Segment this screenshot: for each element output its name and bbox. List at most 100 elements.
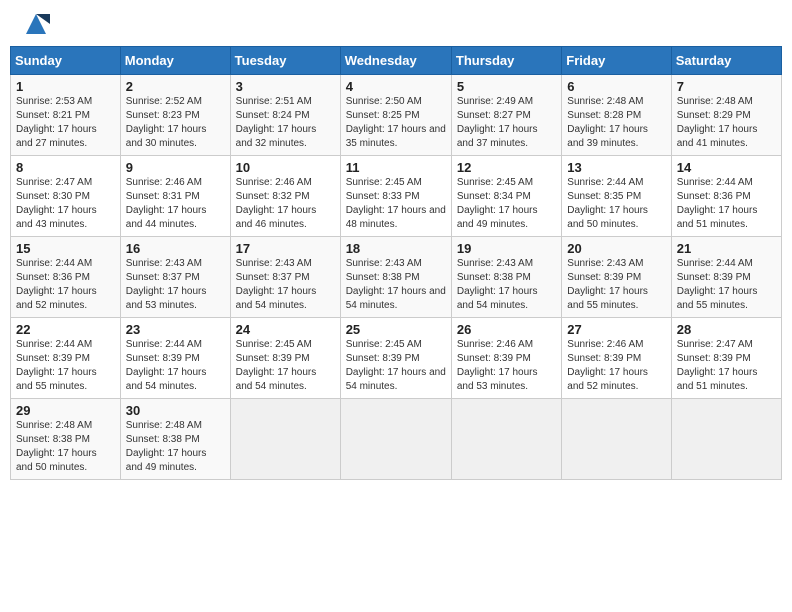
calendar-cell: 1Sunrise: 2:53 AMSunset: 8:21 PMDaylight… — [11, 75, 121, 156]
weekday-header: Thursday — [451, 47, 561, 75]
day-number: 7 — [677, 79, 776, 94]
day-info: Sunrise: 2:45 AMSunset: 8:39 PMDaylight:… — [236, 339, 317, 392]
calendar-cell: 18 Sunrise: 2:43 AMSunset: 8:38 PMDayligh… — [340, 237, 451, 318]
day-number: 12 — [457, 160, 556, 175]
day-info: Sunrise: 2:46 AMSunset: 8:31 PMDaylight:… — [126, 177, 207, 230]
calendar-cell: 29 Sunrise: 2:48 AMSunset: 8:38 PMDayligh… — [11, 399, 121, 480]
calendar-cell: 28 Sunrise: 2:47 AMSunset: 8:39 PMDayligh… — [671, 318, 781, 399]
calendar-cell: 7 Sunrise: 2:48 AMSunset: 8:29 PMDaylight… — [671, 75, 781, 156]
logo-icon — [22, 10, 50, 38]
calendar-cell: 24 Sunrise: 2:45 AMSunset: 8:39 PMDayligh… — [230, 318, 340, 399]
calendar-cell: 10 Sunrise: 2:46 AMSunset: 8:32 PMDayligh… — [230, 156, 340, 237]
day-number: 2 — [126, 79, 225, 94]
day-number: 29 — [16, 403, 115, 418]
day-info: Sunrise: 2:44 AMSunset: 8:39 PMDaylight:… — [126, 339, 207, 392]
calendar-cell: 8Sunrise: 2:47 AMSunset: 8:30 PMDaylight… — [11, 156, 121, 237]
day-info: Sunrise: 2:51 AMSunset: 8:24 PMDaylight:… — [236, 96, 317, 149]
day-number: 26 — [457, 322, 556, 337]
day-info: Sunrise: 2:46 AMSunset: 8:32 PMDaylight:… — [236, 177, 317, 230]
calendar-cell: 11 Sunrise: 2:45 AMSunset: 8:33 PMDayligh… — [340, 156, 451, 237]
day-info: Sunrise: 2:49 AMSunset: 8:27 PMDaylight:… — [457, 96, 538, 149]
day-number: 17 — [236, 241, 335, 256]
day-number: 14 — [677, 160, 776, 175]
calendar-cell: 14 Sunrise: 2:44 AMSunset: 8:36 PMDayligh… — [671, 156, 781, 237]
calendar-cell: 20Sunrise: 2:43 AMSunset: 8:39 PMDayligh… — [562, 237, 671, 318]
day-number: 15 — [16, 241, 115, 256]
day-info: Sunrise: 2:44 AMSunset: 8:39 PMDaylight:… — [16, 339, 97, 392]
calendar-table: SundayMondayTuesdayWednesdayThursdayFrid… — [10, 46, 782, 480]
day-number: 25 — [346, 322, 446, 337]
day-number: 21 — [677, 241, 776, 256]
calendar-cell: 9 Sunrise: 2:46 AMSunset: 8:31 PMDaylight… — [120, 156, 230, 237]
page-header — [10, 10, 782, 38]
calendar-cell: 30 Sunrise: 2:48 AMSunset: 8:38 PMDayligh… — [120, 399, 230, 480]
calendar-cell — [230, 399, 340, 480]
day-number: 28 — [677, 322, 776, 337]
day-info: Sunrise: 2:52 AMSunset: 8:23 PMDaylight:… — [126, 96, 207, 149]
day-info: Sunrise: 2:43 AMSunset: 8:38 PMDaylight:… — [346, 258, 446, 311]
day-info: Sunrise: 2:48 AMSunset: 8:38 PMDaylight:… — [126, 420, 207, 473]
day-info: Sunrise: 2:43 AMSunset: 8:38 PMDaylight:… — [457, 258, 538, 311]
day-number: 4 — [346, 79, 446, 94]
logo — [18, 10, 50, 38]
day-info: Sunrise: 2:48 AMSunset: 8:28 PMDaylight:… — [567, 96, 648, 149]
day-info: Sunrise: 2:44 AMSunset: 8:39 PMDaylight:… — [677, 258, 758, 311]
day-info: Sunrise: 2:43 AMSunset: 8:39 PMDaylight:… — [567, 258, 648, 311]
day-number: 30 — [126, 403, 225, 418]
day-info: Sunrise: 2:44 AMSunset: 8:35 PMDaylight:… — [567, 177, 648, 230]
day-number: 18 — [346, 241, 446, 256]
calendar-cell: 17 Sunrise: 2:43 AMSunset: 8:37 PMDayligh… — [230, 237, 340, 318]
calendar-cell: 6 Sunrise: 2:48 AMSunset: 8:28 PMDaylight… — [562, 75, 671, 156]
weekday-header: Sunday — [11, 47, 121, 75]
day-info: Sunrise: 2:48 AMSunset: 8:38 PMDaylight:… — [16, 420, 97, 473]
day-number: 11 — [346, 160, 446, 175]
calendar-cell: 15 Sunrise: 2:44 AMSunset: 8:36 PMDayligh… — [11, 237, 121, 318]
calendar-cell — [671, 399, 781, 480]
day-number: 6 — [567, 79, 665, 94]
day-info: Sunrise: 2:50 AMSunset: 8:25 PMDaylight:… — [346, 96, 446, 149]
day-number: 16 — [126, 241, 225, 256]
weekday-header: Monday — [120, 47, 230, 75]
calendar-cell — [562, 399, 671, 480]
calendar-cell: 27 Sunrise: 2:46 AMSunset: 8:39 PMDayligh… — [562, 318, 671, 399]
day-info: Sunrise: 2:44 AMSunset: 8:36 PMDaylight:… — [677, 177, 758, 230]
calendar-cell: 19Sunrise: 2:43 AMSunset: 8:38 PMDayligh… — [451, 237, 561, 318]
calendar-cell: 5 Sunrise: 2:49 AMSunset: 8:27 PMDaylight… — [451, 75, 561, 156]
calendar-cell: 22 Sunrise: 2:44 AMSunset: 8:39 PMDayligh… — [11, 318, 121, 399]
weekday-header: Wednesday — [340, 47, 451, 75]
day-number: 23 — [126, 322, 225, 337]
weekday-header: Friday — [562, 47, 671, 75]
logo-inner — [18, 10, 50, 38]
day-number: 10 — [236, 160, 335, 175]
calendar-cell: 23 Sunrise: 2:44 AMSunset: 8:39 PMDayligh… — [120, 318, 230, 399]
calendar-cell: 16 Sunrise: 2:43 AMSunset: 8:37 PMDayligh… — [120, 237, 230, 318]
calendar-cell — [340, 399, 451, 480]
day-info: Sunrise: 2:48 AMSunset: 8:29 PMDaylight:… — [677, 96, 758, 149]
day-info: Sunrise: 2:44 AMSunset: 8:36 PMDaylight:… — [16, 258, 97, 311]
day-info: Sunrise: 2:45 AMSunset: 8:33 PMDaylight:… — [346, 177, 446, 230]
calendar-cell: 12 Sunrise: 2:45 AMSunset: 8:34 PMDayligh… — [451, 156, 561, 237]
day-number: 9 — [126, 160, 225, 175]
day-number: 5 — [457, 79, 556, 94]
calendar-cell: 25 Sunrise: 2:45 AMSunset: 8:39 PMDayligh… — [340, 318, 451, 399]
day-info: Sunrise: 2:45 AMSunset: 8:39 PMDaylight:… — [346, 339, 446, 392]
calendar-cell: 3 Sunrise: 2:51 AMSunset: 8:24 PMDaylight… — [230, 75, 340, 156]
day-info: Sunrise: 2:45 AMSunset: 8:34 PMDaylight:… — [457, 177, 538, 230]
day-info: Sunrise: 2:53 AMSunset: 8:21 PMDaylight:… — [16, 96, 97, 149]
calendar-cell: 2 Sunrise: 2:52 AMSunset: 8:23 PMDaylight… — [120, 75, 230, 156]
weekday-header: Saturday — [671, 47, 781, 75]
day-number: 22 — [16, 322, 115, 337]
day-info: Sunrise: 2:43 AMSunset: 8:37 PMDaylight:… — [126, 258, 207, 311]
day-info: Sunrise: 2:46 AMSunset: 8:39 PMDaylight:… — [567, 339, 648, 392]
day-info: Sunrise: 2:43 AMSunset: 8:37 PMDaylight:… — [236, 258, 317, 311]
calendar-cell: 13 Sunrise: 2:44 AMSunset: 8:35 PMDayligh… — [562, 156, 671, 237]
calendar-cell: 21 Sunrise: 2:44 AMSunset: 8:39 PMDayligh… — [671, 237, 781, 318]
day-number: 24 — [236, 322, 335, 337]
day-info: Sunrise: 2:47 AMSunset: 8:39 PMDaylight:… — [677, 339, 758, 392]
day-number: 27 — [567, 322, 665, 337]
day-number: 13 — [567, 160, 665, 175]
day-info: Sunrise: 2:46 AMSunset: 8:39 PMDaylight:… — [457, 339, 538, 392]
calendar-cell: 26 Sunrise: 2:46 AMSunset: 8:39 PMDayligh… — [451, 318, 561, 399]
calendar-cell — [451, 399, 561, 480]
day-number: 3 — [236, 79, 335, 94]
